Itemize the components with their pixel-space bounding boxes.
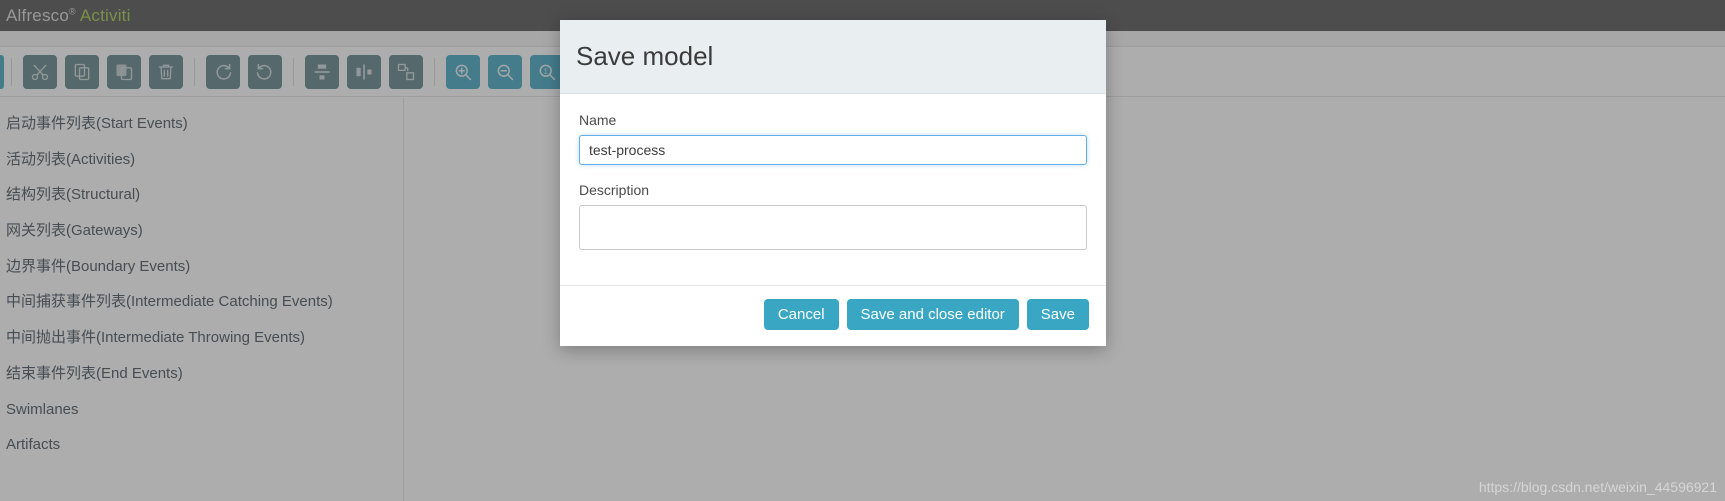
dialog-header: Save model <box>560 20 1106 94</box>
save-model-dialog: Save model Name Description Cancel Save … <box>560 20 1106 346</box>
name-label: Name <box>579 111 617 128</box>
save-and-close-editor-button[interactable]: Save and close editor <box>846 298 1019 330</box>
description-textarea[interactable] <box>579 204 1087 250</box>
dialog-title: Save model <box>576 41 714 71</box>
watermark-url: https://blog.csdn.net/weixin_44596921 <box>1478 479 1717 495</box>
name-input[interactable] <box>579 134 1087 165</box>
dialog-body: Name Description <box>560 93 1106 285</box>
description-label: Description <box>579 181 650 198</box>
save-button[interactable]: Save <box>1026 298 1089 330</box>
description-field-group: Description <box>579 182 1087 255</box>
dialog-footer: Cancel Save and close editor Save <box>560 284 1106 346</box>
cancel-button[interactable]: Cancel <box>763 298 839 330</box>
name-field-group: Name <box>579 112 1087 165</box>
application-window: Alfresco® Activiti 1 启动事件列表(Start Events… <box>0 0 1725 501</box>
